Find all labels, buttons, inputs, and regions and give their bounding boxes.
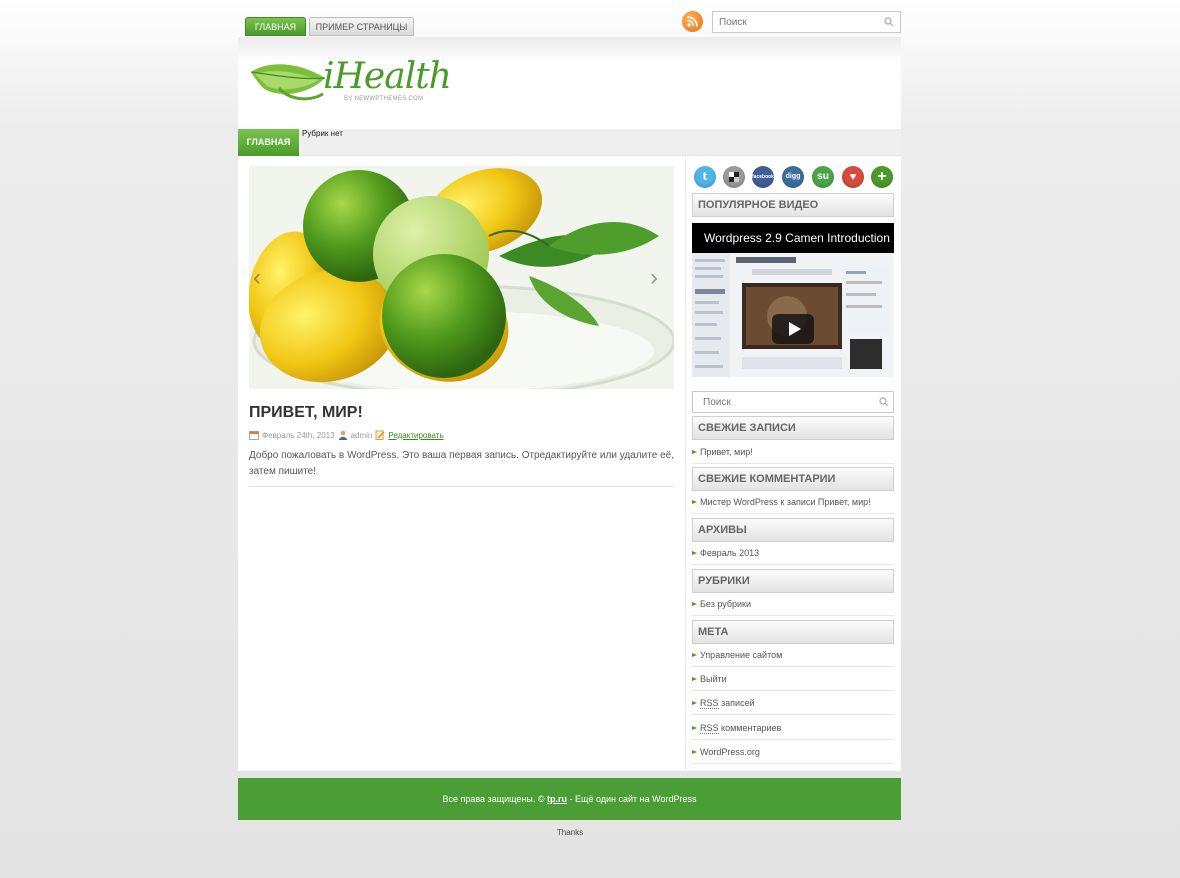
edit-icon [375,430,385,440]
category-item[interactable]: Без рубрики [692,592,894,616]
add-share-icon[interactable]: + [871,166,893,188]
footer-tagline: - Ещё один сайт на WordPress [569,794,697,804]
post-title[interactable]: ПРИВЕТ, МИР! [249,404,363,422]
search-icon[interactable] [879,397,889,407]
play-icon[interactable] [772,314,814,344]
twitter-icon[interactable]: t [694,166,716,188]
recent-posts-heading: СВЕЖИЕ ЗАПИСИ [692,416,894,440]
meta-item-wordpress-org[interactable]: WordPress.org [692,740,894,764]
post-excerpt: Добро пожаловать в WordPress. Это ваша п… [249,450,674,477]
rss-abbr: RSS [700,723,719,734]
stumbleupon-icon[interactable]: su [812,166,834,188]
facebook-icon[interactable]: facebook [752,166,774,188]
archives-heading: АРХИВЫ [692,518,894,542]
popular-video-heading: ПОПУЛЯРНОЕ ВИДЕО [692,193,894,217]
footer-copyright: Все права защищены. © [442,794,545,804]
thanks-text: Thanks [556,828,584,837]
categories-heading: РУБРИКИ [692,569,894,593]
meta-item-logout[interactable]: Выйти [692,667,894,691]
post-author[interactable]: admin [351,431,373,440]
archive-item[interactable]: Февраль 2013 [692,541,894,565]
meta-item-admin[interactable]: Управление сайтом [692,643,894,667]
rss-posts-label: записей [721,698,755,708]
slider-image [249,166,674,389]
featured-slider[interactable]: ‹ › [249,166,674,389]
search-icon[interactable] [884,17,894,27]
top-search-box [712,11,901,33]
post-divider [249,486,674,487]
top-search-input[interactable] [719,15,879,30]
logo-text: iHealth [323,56,452,97]
user-icon [338,430,347,440]
video-player[interactable]: Wordpress 2.9 Camen Introduction [692,223,894,377]
sidebar-search-box [692,391,894,413]
rss-abbr: RSS [700,698,719,709]
tab-sample-page[interactable]: ПРИМЕР СТРАНИЦЫ [309,17,414,36]
slider-prev-icon[interactable]: ‹ [253,266,273,290]
rss-icon[interactable] [682,11,703,32]
meta-item-rss-comments[interactable]: RSS комментариев [692,716,894,740]
sidebar-search-input[interactable] [703,395,863,410]
nav-no-categories: Рубрик нет [302,129,343,138]
leaf-logo-icon [250,64,326,101]
recent-post-item[interactable]: Привет, мир! [692,440,894,464]
video-title[interactable]: Wordpress 2.9 Camen Introduction [704,231,890,245]
tab-home[interactable]: ГЛАВНАЯ [245,17,306,36]
site-logo[interactable]: iHealth BY NEWWPTHEMES.COM [249,56,452,108]
meta-heading: МЕТА [692,620,894,644]
edit-post-link[interactable]: Редактировать [388,431,443,440]
calendar-icon [249,431,259,440]
recent-comments-heading: СВЕЖИЕ КОММЕНТАРИИ [692,467,894,491]
post-date: Февраль 24th, 2013 [262,430,335,440]
delicious-icon[interactable] [723,166,745,188]
logo-subtitle: BY NEWWPTHEMES.COM [344,96,424,102]
meta-item-rss-posts[interactable]: RSS записей [692,691,894,715]
favorite-icon[interactable]: ♥ [842,166,864,188]
site-footer: Все права защищены. © tp.ru - Ещё один с… [238,778,901,820]
nav-home[interactable]: ГЛАВНАЯ [238,129,299,156]
video-thumbnail [692,253,894,377]
post-meta: Февраль 24th, 2013 admin Редактировать [249,430,444,440]
recent-comment-item[interactable]: Мистер WordPress к записи Привет, мир! [692,490,894,514]
sidebar-divider [685,156,686,771]
digg-icon[interactable]: digg [782,166,804,188]
slider-next-icon[interactable]: › [650,266,670,290]
rss-comments-label: комментариев [721,723,782,733]
footer-site-link[interactable]: tp.ru [547,794,567,804]
